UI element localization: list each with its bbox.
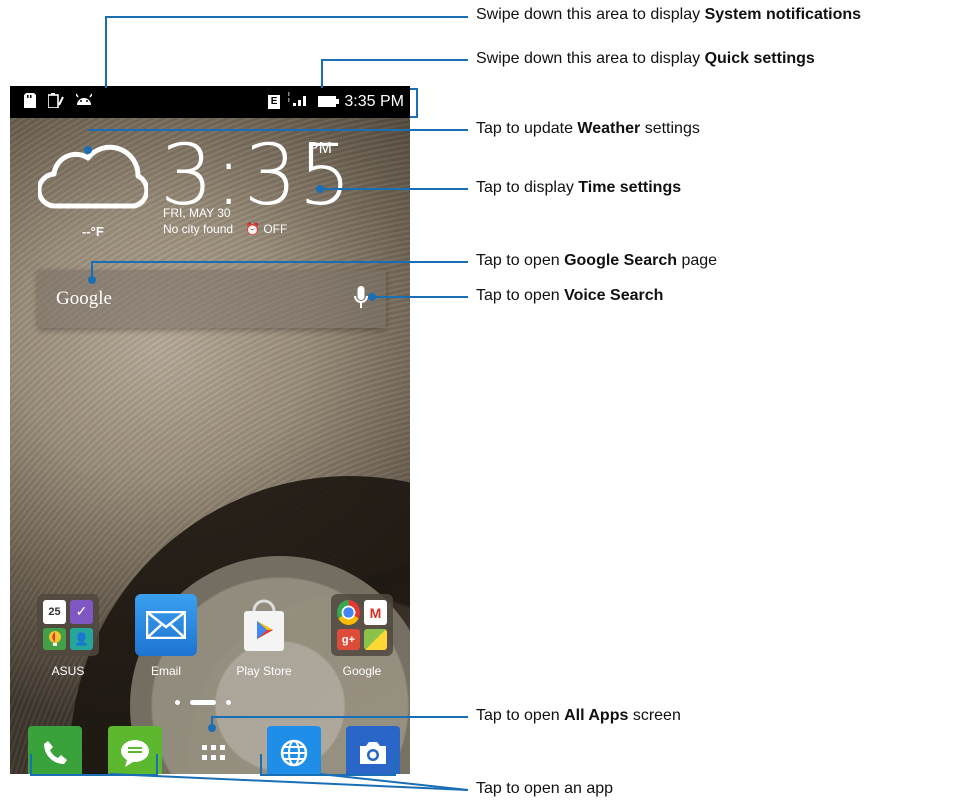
android-debug-icon [75, 93, 93, 112]
app-email[interactable]: Email [128, 594, 204, 678]
annotation-voice-search: Tap to open Voice Search [476, 287, 664, 304]
battery-saver-icon [47, 93, 64, 112]
sd-card-icon [24, 93, 36, 112]
page-dot [175, 700, 180, 705]
tasks-icon: ✓ [70, 600, 93, 624]
clock-date: FRI, MAY 30 [163, 206, 231, 220]
google-logo: Google [56, 288, 112, 309]
weather-temperature[interactable]: --°F [82, 224, 104, 239]
app-label: Email [150, 664, 181, 678]
annotation-open-app: Tap to open an app [476, 780, 614, 797]
annotation-quick-settings: Swipe down this area to display Quick se… [476, 50, 815, 67]
annotation-google-search: Tap to open Google Search page [476, 252, 718, 269]
play-store-icon [233, 594, 295, 656]
home-screen: E 3:35 PM --°F 3:35 PM FRI, MAY 30 No ci… [10, 86, 410, 774]
app-label: Google [342, 664, 382, 678]
app-asus-folder[interactable]: 25 ✓ 👤 ASUS [30, 594, 106, 678]
tips-icon [43, 627, 66, 650]
weather-cloud-icon[interactable] [36, 140, 150, 210]
annotation-all-apps: Tap to open All Apps screen [476, 707, 681, 724]
city-label: No city found [163, 222, 234, 236]
annotation-time-settings: Tap to display Time settings [476, 179, 682, 196]
annotation-system-notifications: Swipe down this area to display System n… [476, 6, 862, 23]
google-plus-icon: g+ [337, 629, 360, 650]
page-indicator[interactable] [175, 700, 231, 705]
dock-bracket-left [30, 754, 158, 776]
gmail-icon: M [364, 600, 387, 625]
annotation-weather: Tap to update Weather settings [476, 120, 700, 137]
dock-bracket-right [260, 754, 396, 776]
maps-icon [364, 629, 387, 650]
app-play-store[interactable]: Play Store [226, 594, 302, 678]
app-label: Play Store [236, 664, 292, 678]
page-dot [226, 700, 231, 705]
clock-ampm: PM [308, 140, 332, 157]
contacts-icon: 👤 [70, 627, 93, 650]
asus-folder-icon: 25 ✓ 👤 [37, 594, 99, 656]
network-type-badge: E [267, 94, 281, 109]
chrome-icon [337, 600, 360, 625]
calendar-icon: 25 [43, 600, 66, 624]
all-apps-icon[interactable] [187, 726, 241, 774]
page-dot-active [190, 700, 216, 705]
alarm-clock-icon: ⏰ [245, 222, 260, 236]
mic-icon[interactable] [354, 286, 368, 315]
app-google-folder[interactable]: M g+ Google [324, 594, 400, 678]
alarm-status: ⏰ OFF [245, 222, 287, 236]
status-bar[interactable]: E 3:35 PM [10, 86, 410, 118]
clock-city-row: No city found ⏰ OFF [163, 222, 287, 236]
app-label: ASUS [51, 664, 85, 678]
google-folder-icon: M g+ [331, 594, 393, 656]
battery-icon [318, 96, 340, 107]
email-icon [135, 594, 197, 656]
signal-icon [288, 92, 310, 111]
notification-icons [24, 93, 93, 112]
status-time: 3:35 PM [344, 92, 404, 110]
google-search-bar[interactable]: Google [38, 270, 386, 328]
app-row: 25 ✓ 👤 ASUS Email Play Store M g+ Google [30, 594, 400, 678]
system-icons: E 3:35 PM [267, 92, 404, 111]
alarm-label: OFF [263, 222, 288, 236]
